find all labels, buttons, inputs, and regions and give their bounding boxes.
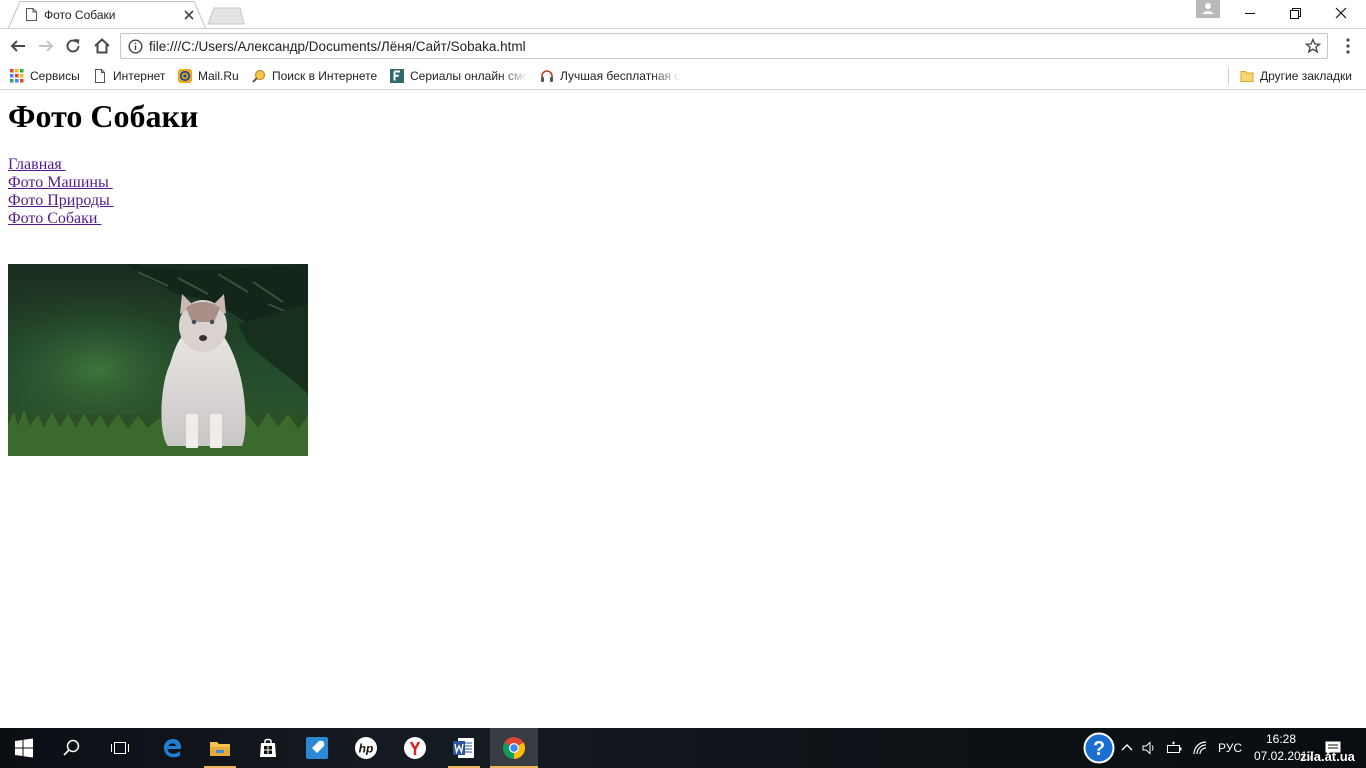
apps-grid-icon	[10, 69, 24, 83]
file-explorer-icon	[210, 742, 230, 756]
nav-link-cars[interactable]: Фото Машины	[8, 174, 114, 192]
other-bookmarks-label: Другие закладки	[1260, 69, 1352, 83]
task-view-button[interactable]	[96, 728, 144, 768]
page-icon	[26, 8, 37, 21]
other-bookmarks-folder[interactable]: Другие закладки	[1240, 67, 1352, 85]
url-text[interactable]: file:///C:/Users/Александр/Documents/Лён…	[149, 39, 526, 54]
volume-icon[interactable]	[1141, 740, 1157, 756]
search-icon	[63, 739, 80, 756]
chevron-up-icon[interactable]	[1120, 742, 1134, 752]
battery-icon[interactable]	[1166, 740, 1184, 756]
profile-icon[interactable]	[1196, 0, 1220, 18]
start-icon	[15, 738, 33, 758]
wifi-icon[interactable]	[1192, 740, 1210, 756]
yandex-icon	[404, 737, 426, 759]
search-magnifier-icon	[252, 69, 266, 83]
taskbar-search-button[interactable]	[48, 728, 96, 768]
bookmark-best-free[interactable]: Лучшая бесплатная с	[540, 67, 680, 85]
bookmark-label: Сериалы онлайн смо	[410, 69, 528, 83]
close-tab-icon[interactable]	[182, 8, 196, 22]
bookmark-star-icon[interactable]	[1305, 38, 1321, 54]
title-bar: Фото Собаки	[0, 0, 1366, 29]
nav-link-nature[interactable]: Фото Природы	[8, 192, 114, 210]
bookmark-label: Mail.Ru	[198, 69, 239, 83]
page-nav: Главная Фото Машины Фото Природы Фото Со…	[8, 156, 114, 228]
taskbar-file-explorer[interactable]	[196, 728, 244, 768]
rocket-app-icon	[306, 737, 328, 759]
taskbar-store[interactable]	[244, 728, 292, 768]
start-button[interactable]	[0, 728, 48, 768]
bookmarks-bar: Сервисы Интернет Mail.Ru Поиск в Интерне…	[0, 63, 1366, 90]
bookmark-serials[interactable]: Сериалы онлайн смо	[390, 67, 528, 85]
store-icon	[260, 738, 276, 757]
taskbar-chrome[interactable]	[490, 728, 538, 768]
menu-kebab-icon[interactable]	[1340, 37, 1356, 55]
task-view-icon	[111, 742, 129, 754]
bookmark-services[interactable]: Сервисы	[10, 67, 80, 85]
restore-button[interactable]	[1272, 0, 1318, 28]
watermark-text: zila.at.ua	[1300, 749, 1355, 764]
page-content: Фото Собаки Главная Фото Машины Фото При…	[0, 90, 1366, 728]
f-site-icon	[390, 69, 404, 83]
taskbar-edge[interactable]	[148, 728, 196, 768]
tab-title: Фото Собаки	[44, 8, 116, 22]
page-icon	[95, 69, 105, 83]
edge-icon	[163, 738, 182, 758]
browser-toolbar: file:///C:/Users/Александр/Documents/Лён…	[0, 29, 1366, 63]
address-bar[interactable]: file:///C:/Users/Александр/Documents/Лён…	[120, 33, 1328, 59]
nav-link-home[interactable]: Главная	[8, 156, 114, 174]
windows-taskbar: hp ? РУС 16:28 07.02.2017 zila.at.ua	[0, 728, 1366, 768]
bookmark-label: Интернет	[113, 69, 166, 83]
bookmark-mailru[interactable]: Mail.Ru	[178, 67, 239, 85]
bookmark-search[interactable]: Поиск в Интернете	[252, 67, 377, 85]
nav-link-dog[interactable]: Фото Собаки	[8, 210, 114, 228]
taskbar-yandex[interactable]	[391, 728, 439, 768]
mailru-icon	[178, 69, 192, 83]
bookmarks-separator	[1228, 67, 1229, 85]
taskbar-rocket-app[interactable]	[293, 728, 341, 768]
language-indicator[interactable]: РУС	[1218, 741, 1242, 755]
svg-text:hp: hp	[359, 742, 374, 756]
back-arrow-icon[interactable]	[9, 37, 27, 55]
minimize-button[interactable]	[1227, 0, 1273, 28]
headphones-icon	[541, 70, 553, 82]
home-icon[interactable]	[93, 37, 111, 55]
browser-tab-active[interactable]: Фото Собаки	[8, 1, 206, 29]
new-tab-button[interactable]	[206, 6, 246, 26]
page-title: Фото Собаки	[8, 98, 199, 134]
svg-text:?: ?	[1093, 738, 1105, 760]
folder-icon	[1240, 71, 1254, 82]
reload-icon[interactable]	[64, 37, 82, 55]
help-question-icon[interactable]: ?	[1083, 732, 1115, 764]
close-window-button[interactable]	[1318, 0, 1364, 28]
forward-arrow-icon[interactable]	[37, 37, 55, 55]
bookmark-label: Лучшая бесплатная с	[560, 69, 680, 83]
bookmark-label: Поиск в Интернете	[272, 69, 378, 83]
dog-photo	[8, 264, 308, 456]
word-icon	[453, 738, 474, 758]
taskbar-hp[interactable]: hp	[342, 728, 390, 768]
hp-icon: hp	[355, 737, 377, 759]
clock-time[interactable]: 16:28	[1266, 732, 1296, 746]
taskbar-word[interactable]	[440, 728, 488, 768]
bookmark-internet[interactable]: Интернет	[93, 67, 165, 85]
bookmark-label: Сервисы	[30, 69, 80, 83]
info-icon[interactable]	[128, 39, 143, 54]
chrome-icon	[503, 737, 525, 759]
